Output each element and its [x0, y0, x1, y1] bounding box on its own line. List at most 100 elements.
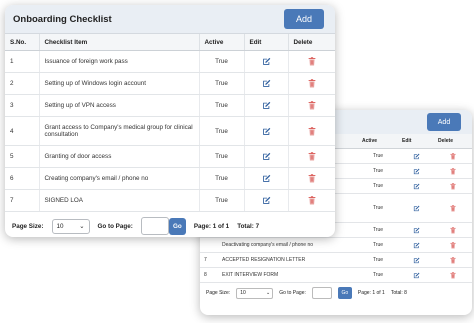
edit-icon[interactable]: [262, 57, 271, 65]
total-count: Total: 7: [237, 222, 260, 230]
row-delete-cell: [288, 167, 335, 190]
row-active: True: [358, 222, 398, 238]
page-info: Page: 1 of 1: [193, 222, 230, 230]
row-active: True: [199, 145, 245, 168]
trash-icon[interactable]: [308, 152, 316, 161]
add-button[interactable]: Add: [427, 113, 461, 131]
row-edit-cell: [398, 267, 434, 283]
table-row: 7 SIGNED LOA True: [5, 189, 335, 212]
col-sno: S.No.: [5, 34, 40, 51]
edit-icon[interactable]: [262, 79, 271, 87]
row-delete-cell: [434, 222, 472, 238]
table-header-row: S.No. Checklist Item Active Edit Delete: [5, 34, 335, 51]
trash-icon[interactable]: [450, 167, 456, 174]
edit-icon[interactable]: [413, 183, 420, 189]
row-delete-cell: [434, 267, 472, 283]
row-sno: 8: [200, 267, 218, 283]
table-row: 2 Setting up of Windows login account True: [5, 72, 335, 95]
row-active: True: [358, 237, 398, 253]
page-size-label: Page Size:: [206, 290, 231, 296]
go-to-page-label: Go to Page:: [97, 222, 133, 230]
page-title: Onboarding Checklist: [13, 14, 112, 25]
go-to-page-label: Go to Page:: [279, 290, 306, 296]
trash-icon[interactable]: [450, 241, 456, 248]
checklist-table: S.No. Checklist Item Active Edit Delete …: [5, 34, 335, 212]
row-sno: 1: [5, 50, 40, 73]
col-active: Active: [358, 134, 398, 149]
edit-icon[interactable]: [262, 127, 271, 135]
row-sno: [200, 237, 218, 253]
trash-icon[interactable]: [450, 226, 456, 233]
table-row: 4 Grant access to Company's medical group…: [5, 116, 335, 146]
trash-icon[interactable]: [308, 126, 316, 135]
row-edit-cell: [398, 222, 434, 238]
row-sno: 5: [5, 145, 40, 168]
row-delete-cell: [434, 163, 472, 179]
table-row: Deactivating company's email / phone no T…: [200, 237, 472, 253]
row-edit-cell: [398, 252, 434, 268]
row-sno: 6: [5, 167, 40, 190]
trash-icon[interactable]: [450, 256, 456, 263]
row-active: True: [358, 267, 398, 283]
row-active: True: [199, 72, 245, 95]
row-edit-cell: [398, 163, 434, 179]
chevron-down-icon: ⌄: [79, 222, 85, 230]
row-delete-cell: [288, 189, 335, 212]
row-item: Setting up of VPN access: [39, 94, 200, 117]
trash-icon[interactable]: [308, 196, 316, 205]
row-sno: 7: [5, 189, 40, 212]
col-delete: Delete: [434, 134, 472, 149]
row-edit-cell: [244, 167, 289, 190]
row-edit-cell: [398, 148, 434, 164]
trash-icon[interactable]: [308, 101, 316, 110]
edit-icon[interactable]: [413, 168, 420, 174]
trash-icon[interactable]: [450, 204, 456, 211]
go-to-page-input[interactable]: [140, 217, 169, 235]
row-delete-cell: [288, 72, 335, 95]
row-edit-cell: [398, 237, 434, 253]
row-active: True: [358, 178, 398, 194]
row-sno: 2: [5, 72, 40, 95]
edit-icon[interactable]: [262, 196, 271, 204]
page-size-select[interactable]: 10 ⌄: [51, 218, 90, 234]
row-edit-cell: [398, 178, 434, 194]
row-sno: 7: [200, 252, 218, 268]
page-size-select[interactable]: 10 ⌄: [236, 287, 274, 299]
col-edit: Edit: [244, 34, 289, 51]
row-active: True: [358, 163, 398, 179]
edit-icon[interactable]: [413, 153, 420, 159]
table-row: 6 Creating company's email / phone no True: [5, 167, 335, 190]
edit-icon[interactable]: [413, 227, 420, 233]
go-button[interactable]: Go: [337, 287, 352, 299]
edit-icon[interactable]: [262, 174, 271, 182]
pagination-footer: Page Size: 10 ⌄ Go to Page: Go Page: 1 of…: [200, 283, 472, 303]
row-delete-cell: [434, 148, 472, 164]
row-edit-cell: [398, 193, 434, 223]
trash-icon[interactable]: [450, 152, 456, 159]
row-delete-cell: [288, 116, 335, 146]
trash-icon[interactable]: [308, 79, 316, 88]
table-row: 1 Issuance of foreign work pass True: [5, 50, 335, 73]
table-row: 5 Granting of door access True: [5, 145, 335, 168]
edit-icon[interactable]: [413, 272, 420, 278]
edit-icon[interactable]: [413, 205, 420, 211]
trash-icon[interactable]: [450, 182, 456, 189]
go-button[interactable]: Go: [168, 217, 186, 235]
row-item: Creating company's email / phone no: [39, 167, 200, 190]
row-active: True: [358, 252, 398, 268]
edit-icon[interactable]: [413, 242, 420, 248]
trash-icon[interactable]: [308, 174, 316, 183]
edit-icon[interactable]: [262, 101, 271, 109]
trash-icon[interactable]: [308, 57, 316, 66]
pagination-footer: Page Size: 10 ⌄ Go to Page: Go Page: 1 of…: [5, 212, 335, 237]
row-active: True: [199, 116, 245, 146]
go-to-page-input[interactable]: [311, 287, 332, 299]
add-button[interactable]: Add: [284, 9, 324, 29]
edit-icon[interactable]: [262, 152, 271, 160]
row-delete-cell: [434, 178, 472, 194]
edit-icon[interactable]: [413, 257, 420, 263]
trash-icon[interactable]: [450, 271, 456, 278]
col-delete: Delete: [288, 34, 335, 51]
total-count: Total: 8: [390, 290, 407, 296]
row-item: SIGNED LOA: [39, 189, 200, 212]
